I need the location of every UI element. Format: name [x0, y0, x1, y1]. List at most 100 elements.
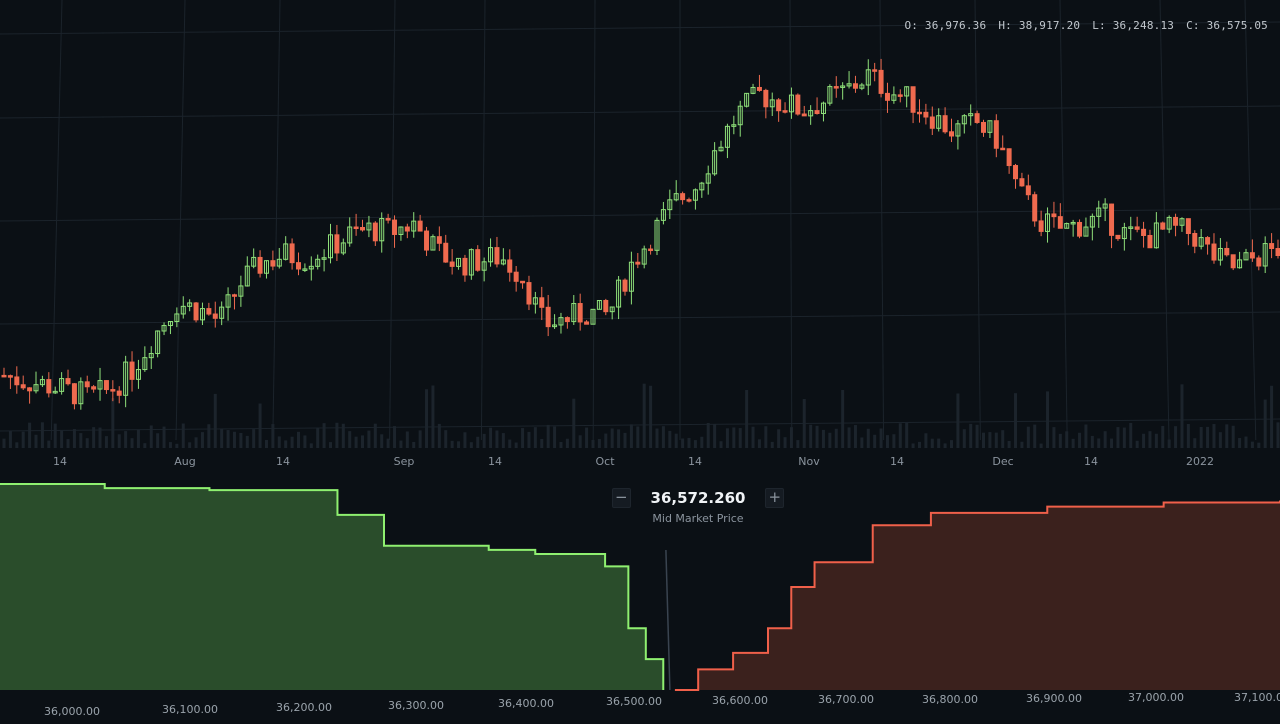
volume-bar — [757, 439, 761, 448]
volume-bar — [393, 426, 397, 448]
volume-bar — [629, 424, 633, 448]
volume-bar — [361, 435, 365, 448]
candle — [289, 238, 295, 270]
candle — [981, 119, 987, 137]
candle — [187, 299, 193, 312]
candle — [571, 295, 577, 325]
candle-body — [814, 110, 820, 115]
candle — [494, 236, 500, 268]
candle — [436, 226, 442, 252]
volume-bar — [1116, 427, 1120, 448]
volume-bar — [252, 429, 256, 448]
candle — [257, 250, 263, 278]
candle — [14, 366, 20, 394]
volume-bar — [316, 427, 320, 448]
ask-area — [674, 500, 1280, 690]
mid-market-price: 36,572.260 — [650, 489, 746, 507]
volume-bar — [879, 428, 883, 448]
candle — [776, 98, 782, 122]
high-value: 38,917.20 — [1018, 19, 1081, 32]
candle-body — [494, 247, 500, 265]
candle-body — [1275, 248, 1280, 257]
candle — [635, 253, 641, 269]
candle — [808, 105, 814, 125]
volume-bar — [463, 432, 467, 448]
volume-bar — [21, 431, 25, 448]
candle-body — [923, 111, 929, 118]
volume-bar — [85, 438, 89, 448]
candle — [1205, 236, 1211, 255]
volume-bar — [277, 436, 281, 448]
candle — [334, 224, 340, 261]
volume-bar — [1212, 424, 1216, 448]
candle — [39, 375, 45, 387]
candle — [1000, 135, 1006, 151]
volume-bar — [1142, 433, 1146, 448]
mid-market-panel: − 36,572.260 + Mid Market Price — [612, 488, 784, 528]
trading-chart-view: 14 Aug 14 Sep 14 Oct 14 Nov 14 Dec 14 2022 36,000.0… — [0, 0, 1280, 720]
candle — [1109, 203, 1115, 249]
volume-bar — [181, 423, 185, 448]
volume-bar — [437, 423, 441, 448]
volume-bar — [681, 438, 685, 448]
volume-bar — [1007, 440, 1011, 448]
candle — [411, 212, 417, 238]
candle — [1160, 221, 1166, 230]
candle — [532, 291, 538, 314]
candle — [1211, 233, 1217, 264]
candle — [699, 181, 705, 198]
zoom-out-button[interactable]: − — [612, 488, 631, 508]
candle-body — [14, 376, 20, 386]
price-tick-label: 37,100.00 — [1234, 691, 1280, 704]
candle — [340, 238, 346, 256]
candle — [84, 375, 90, 393]
candle-body — [443, 242, 449, 263]
candle — [468, 248, 474, 280]
candle — [686, 197, 692, 203]
candle — [948, 118, 954, 143]
candle-body — [603, 300, 609, 313]
candle — [270, 250, 276, 271]
candle — [552, 314, 558, 329]
grid-line-horizontal — [0, 311, 1280, 325]
volume-bar — [885, 435, 889, 448]
price-chart[interactable]: 14 Aug 14 Sep 14 Oct 14 Nov 14 Dec 14 2022 36,000.0… — [0, 0, 1280, 720]
volume-bar — [956, 393, 960, 448]
candle — [46, 372, 52, 398]
zoom-in-button[interactable]: + — [765, 488, 784, 508]
candle — [161, 322, 167, 336]
volume-bar — [1071, 438, 1075, 448]
candle — [347, 217, 353, 247]
grid-line-vertical — [480, 0, 486, 441]
volume-bar — [1033, 424, 1037, 448]
volume-bar — [489, 427, 493, 448]
volume-bar — [194, 437, 198, 448]
candle — [27, 387, 33, 404]
candle — [135, 359, 141, 389]
candle-body — [1205, 237, 1211, 245]
volume-bar — [937, 438, 941, 448]
volume-bar — [104, 436, 108, 448]
candle — [609, 306, 615, 320]
volume-bar — [220, 428, 224, 448]
volume-bar — [431, 385, 435, 448]
grid-line-vertical — [272, 0, 281, 441]
volume-bar — [495, 430, 499, 448]
candle-body — [1, 374, 7, 378]
candle — [283, 236, 289, 261]
time-tick-label: Aug — [174, 455, 195, 468]
candle-body — [1256, 257, 1262, 267]
volume-bar — [617, 429, 621, 448]
volume-bar — [687, 437, 691, 448]
candle — [142, 346, 148, 372]
candle — [103, 380, 109, 394]
candle-body — [929, 116, 935, 129]
volume-bar — [130, 438, 134, 448]
price-tick-label: 36,300.00 — [388, 699, 444, 712]
candle-body — [475, 249, 481, 271]
candle — [820, 101, 826, 122]
candle — [1256, 255, 1262, 271]
volume-bar — [1065, 431, 1069, 448]
candle — [596, 300, 602, 310]
candle — [744, 92, 750, 108]
